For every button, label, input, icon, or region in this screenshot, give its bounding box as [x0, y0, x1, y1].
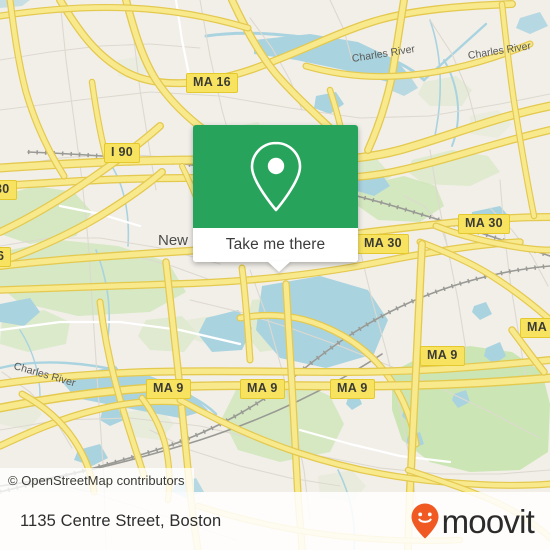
- road-shield-ma-9: MA 9: [146, 379, 191, 399]
- place-label-newton: New: [158, 232, 189, 249]
- road-shield-ma-9-clipped: MA 9: [520, 318, 550, 338]
- attribution-text: © OpenStreetMap contributors: [8, 472, 185, 488]
- road-shield-6-clipped: 6: [0, 247, 12, 267]
- take-me-there-label: Take me there: [225, 236, 326, 253]
- location-callout-card[interactable]: Take me there: [193, 125, 358, 272]
- road-shield-ma-30: MA 30: [458, 214, 510, 234]
- road-shield-ma-30: MA 30: [357, 234, 409, 254]
- road-shield-ma-9: MA 9: [240, 379, 285, 399]
- address-label: 1135 Centre Street, Boston: [20, 511, 222, 530]
- callout-card-action[interactable]: Take me there: [193, 228, 358, 272]
- road-shield-30-clipped: 30: [0, 180, 17, 200]
- footer-bar: 1135 Centre Street, Boston moovit: [0, 492, 550, 550]
- map-attribution[interactable]: © OpenStreetMap contributors: [0, 468, 194, 492]
- map-pin-icon: [250, 141, 301, 211]
- moovit-wordmark: moovit: [441, 502, 535, 540]
- moovit-logo[interactable]: moovit: [410, 502, 535, 540]
- road-shield-ma-9: MA 9: [330, 379, 375, 399]
- moovit-pin-icon: [411, 503, 439, 539]
- callout-card-header: [193, 125, 358, 228]
- road-shield-ma-9: MA 9: [420, 346, 465, 366]
- road-shield-ma-16: MA 16: [186, 73, 238, 93]
- map-screenshot: .w{fill:#aad3e0} .wl{fill:none;stroke:#a…: [0, 0, 550, 550]
- road-shield-i-90: I 90: [104, 143, 141, 163]
- callout-pointer: [267, 261, 291, 272]
